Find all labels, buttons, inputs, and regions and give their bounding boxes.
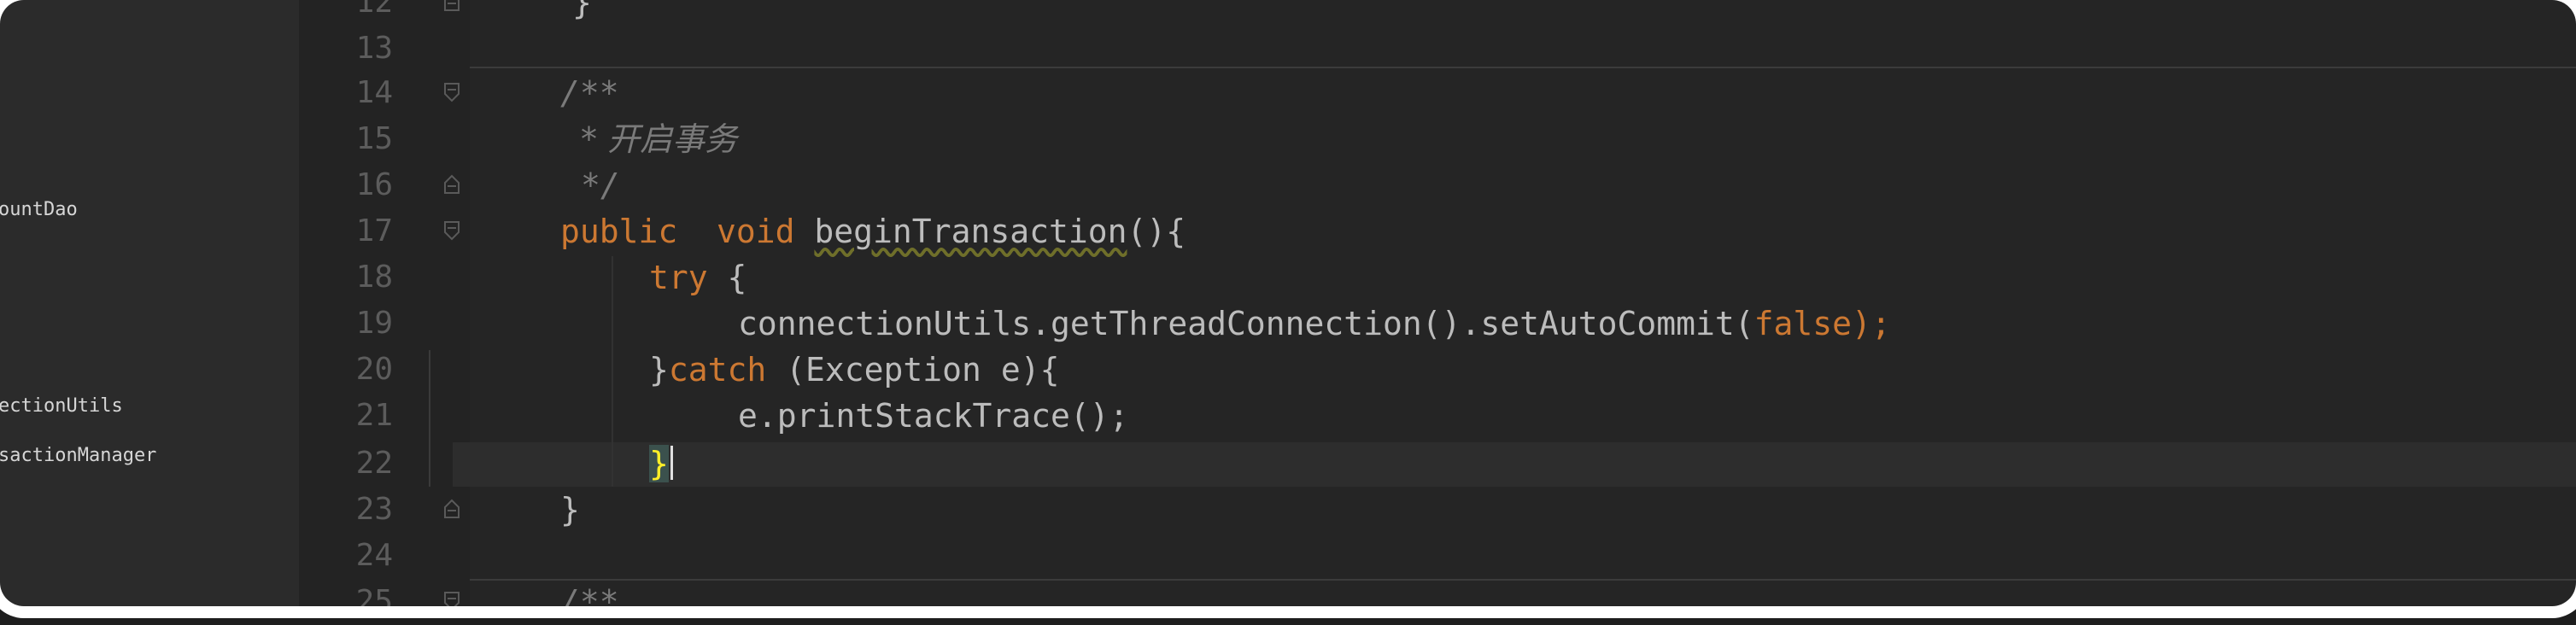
tree-item-connection-utils[interactable]: ectionUtils <box>0 393 123 420</box>
line-number: 23 <box>355 492 393 527</box>
method-name: beginTransaction <box>814 213 1127 250</box>
code-text: (){ <box>1127 213 1186 250</box>
line-number: 22 <box>355 446 393 481</box>
code-line: 23 } <box>299 487 2576 533</box>
code-line: 15 * 开启事务 <box>299 116 2576 162</box>
code-line: 16 */ <box>299 162 2576 208</box>
code-text: connectionUtils.getThreadConnection().se… <box>738 305 1754 342</box>
doc-comment-text: * 开启事务 <box>581 120 738 158</box>
fold-start-icon[interactable] <box>442 591 461 611</box>
line-number: 21 <box>355 398 393 433</box>
code-text: { <box>707 259 747 296</box>
matched-brace: } <box>649 445 669 482</box>
code-editor[interactable]: 12 } 13 14 /** 15 * 开启事务 16 */ 17 public… <box>299 0 2576 621</box>
keyword: try <box>649 259 708 296</box>
code-line: 20 }catch (Exception e){ <box>299 347 2576 393</box>
doc-comment-start: /** <box>560 583 619 621</box>
closing-brace: } <box>560 491 580 529</box>
code-text: (Exception e){ <box>766 351 1060 388</box>
catch-statement: }catch (Exception e){ <box>649 347 1059 393</box>
line-number: 19 <box>355 306 393 341</box>
code-text: } <box>572 0 592 21</box>
line-number: 24 <box>355 538 393 573</box>
tree-item-account-dao[interactable]: ountDao <box>0 196 78 224</box>
statement: e.printStackTrace(); <box>738 397 1129 435</box>
line-number: 25 <box>355 584 393 619</box>
tree-item-transaction-manager[interactable]: sactionManager <box>0 442 156 470</box>
code-line: 13 <box>299 26 2576 72</box>
keyword: public void <box>560 213 815 250</box>
fold-end-icon[interactable] <box>442 0 461 12</box>
keyword: catch <box>668 351 767 388</box>
code-line: 24 <box>299 533 2576 579</box>
fold-start-icon[interactable] <box>442 220 461 241</box>
line-number: 16 <box>355 167 393 202</box>
statement: connectionUtils.getThreadConnection().se… <box>738 301 1891 347</box>
code-line: 14 /** <box>299 70 2576 116</box>
fold-start-icon[interactable] <box>442 82 461 102</box>
text-caret <box>670 446 673 480</box>
try-statement: try { <box>649 254 746 301</box>
method-declaration: public void beginTransaction(){ <box>560 208 1186 254</box>
keyword: false <box>1753 305 1853 342</box>
line-number: 12 <box>355 0 393 20</box>
fold-end-icon[interactable] <box>442 174 461 195</box>
project-panel: ountDao ectionUtils sactionManager <box>0 0 299 606</box>
code-line: 25 /** <box>299 579 2576 625</box>
code-line: 19 connectionUtils.getThreadConnection()… <box>299 301 2576 347</box>
code-line: 12 } <box>299 0 2576 26</box>
code-text: ); <box>1852 305 1891 342</box>
doc-comment-start: /** <box>560 74 619 112</box>
code-line: 22 } <box>299 441 2576 487</box>
line-number: 13 <box>355 31 393 66</box>
code-line: 18 try { <box>299 254 2576 301</box>
line-number: 14 <box>355 75 393 110</box>
fold-end-icon[interactable] <box>442 499 461 519</box>
doc-comment-end: */ <box>581 166 620 204</box>
code-text: } <box>649 351 669 388</box>
closing-brace: } <box>649 441 673 487</box>
line-number: 18 <box>355 260 393 295</box>
line-number: 17 <box>355 213 393 248</box>
line-number: 15 <box>355 121 393 156</box>
code-line: 17 public void beginTransaction(){ <box>299 208 2576 254</box>
line-number: 20 <box>355 352 393 387</box>
code-line: 21 e.printStackTrace(); <box>299 393 2576 439</box>
